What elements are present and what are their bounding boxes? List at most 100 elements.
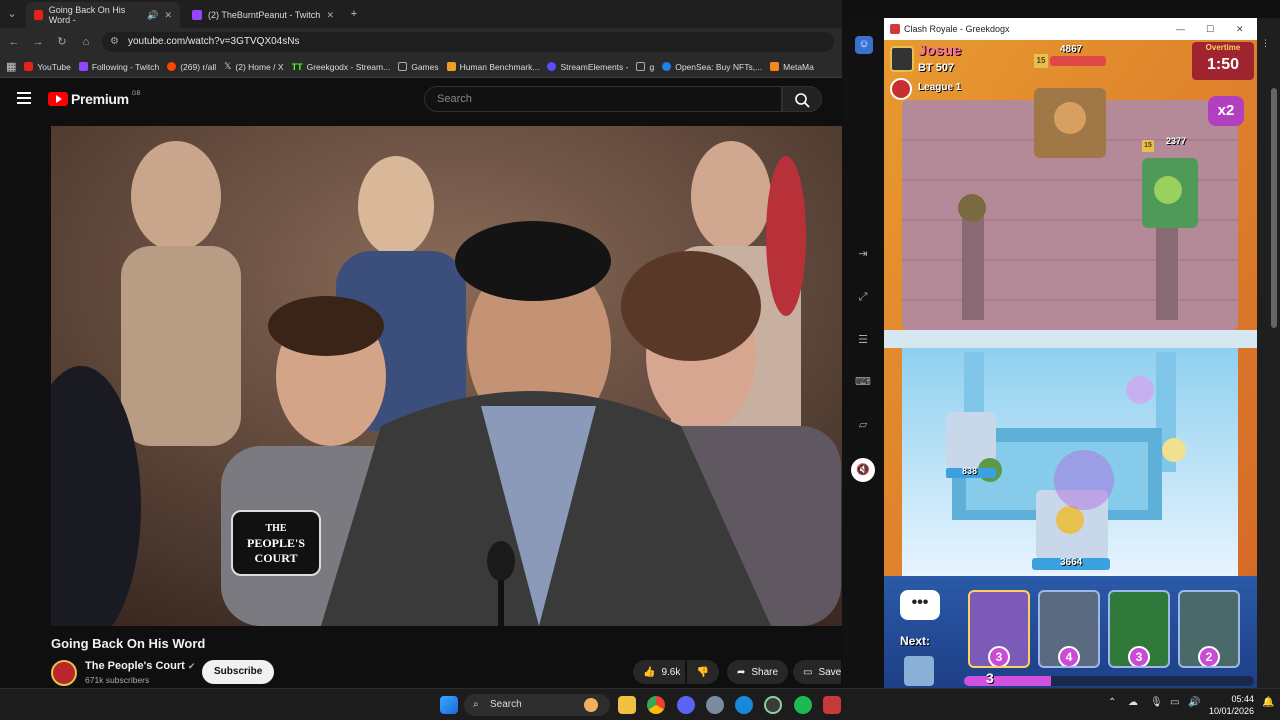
bookmark-label: Games bbox=[411, 61, 439, 72]
elixir-multiplier: x2 bbox=[1208, 96, 1244, 126]
window-titlebar: Clash Royale - Greekdogx — ☐ ✕ bbox=[884, 18, 1257, 40]
channel-name[interactable]: The People's Court ✔ bbox=[85, 660, 195, 672]
enemy-princess-hp: 2377 bbox=[1166, 136, 1187, 146]
notifications-icon[interactable]: 🔔 bbox=[1262, 697, 1274, 708]
search-button[interactable] bbox=[782, 86, 822, 112]
bookmark-opensea[interactable]: OpenSea: Buy NFTs,... bbox=[662, 62, 762, 72]
steam-icon[interactable] bbox=[764, 696, 782, 714]
back-icon[interactable]: ← bbox=[6, 34, 22, 50]
bookmark-youtube[interactable]: YouTube bbox=[24, 62, 71, 72]
new-tab-icon[interactable]: + bbox=[346, 6, 362, 22]
search-input[interactable]: Search bbox=[424, 86, 782, 112]
mute-icon[interactable]: 🔇 bbox=[851, 458, 875, 482]
keyboard-icon[interactable]: ⌨ bbox=[855, 374, 871, 390]
tab-close-icon[interactable]: ✕ bbox=[326, 10, 334, 21]
opponent-shield-icon bbox=[890, 46, 914, 72]
like-button[interactable]: 👍 9.6k bbox=[633, 660, 685, 684]
file-explorer-icon[interactable] bbox=[618, 696, 636, 714]
hand-card-3[interactable]: 3 bbox=[1108, 590, 1170, 668]
expand-icon[interactable]: ⤢ bbox=[855, 289, 871, 305]
settings-sliders-icon[interactable]: ☰ bbox=[855, 332, 871, 348]
search-icon: ⌕ bbox=[473, 699, 479, 710]
watermark-line: COURT bbox=[254, 550, 298, 565]
bookmark-x[interactable]: 𝕏 (2) Home / X bbox=[224, 61, 283, 72]
thumbs-up-icon: 👍 bbox=[643, 666, 656, 678]
match-timer: 1:50 bbox=[1206, 56, 1240, 73]
share-button[interactable]: ➦ Share bbox=[727, 660, 789, 684]
settings-gear-icon[interactable] bbox=[706, 696, 724, 714]
scrollbar-thumb[interactable] bbox=[1271, 88, 1277, 328]
subscriber-count: 671k subscribers bbox=[85, 675, 150, 685]
elixir-bar-fill bbox=[964, 676, 1051, 686]
hand-card-2[interactable]: 4 bbox=[1038, 590, 1100, 668]
bookmark-streamelements[interactable]: StreamElements - bbox=[547, 62, 628, 72]
minimize-icon[interactable]: — bbox=[1176, 18, 1185, 40]
taskbar-search[interactable]: ⌕ Search bbox=[464, 694, 610, 716]
windows-taskbar: ⌕ Search ⌃ ☁ 🎙 ▭ 🔊 05:44 10/01/2026 🔔 bbox=[0, 688, 1280, 720]
hand-card-1[interactable]: 3 bbox=[968, 590, 1030, 668]
tag-icon[interactable]: ▱ bbox=[855, 417, 871, 433]
site-info-icon[interactable]: ⚙ bbox=[110, 32, 119, 52]
bookmark-games-folder[interactable]: Games bbox=[398, 61, 439, 72]
exit-icon[interactable]: ⇥ bbox=[855, 246, 871, 262]
hand-card-4[interactable]: 2 bbox=[1178, 590, 1240, 668]
bookmark-g-folder[interactable]: g bbox=[636, 62, 654, 72]
tab-audio-icon[interactable]: 🔊 bbox=[147, 10, 158, 21]
bookmark-reddit[interactable]: (269) r/all bbox=[167, 62, 216, 72]
bookmark-twitch[interactable]: Following - Twitch bbox=[78, 62, 159, 72]
opponent-trophies: BT 507 bbox=[918, 62, 955, 74]
app-robot-icon[interactable]: ☺ bbox=[855, 36, 873, 54]
spotify-icon[interactable] bbox=[794, 696, 812, 714]
tab-twitch[interactable]: (2) TheBurntPeanut - Twitch ✕ bbox=[184, 2, 342, 28]
reload-icon[interactable]: ↻ bbox=[54, 34, 70, 50]
emote-chat-icon[interactable]: ••• bbox=[900, 590, 940, 620]
card-cost: 4 bbox=[1058, 646, 1080, 666]
edge-icon[interactable] bbox=[735, 696, 753, 714]
dislike-button[interactable]: 👎 bbox=[687, 660, 719, 684]
windows-start-icon[interactable] bbox=[440, 696, 458, 714]
clock[interactable]: 05:44 10/01/2026 bbox=[1208, 693, 1254, 717]
tab-close-icon[interactable]: ✕ bbox=[164, 10, 172, 21]
show-hidden-icons[interactable]: ⌃ bbox=[1108, 697, 1116, 708]
app-icon bbox=[890, 24, 900, 34]
youtube-favicon-icon bbox=[34, 10, 43, 20]
tab-youtube[interactable]: Going Back On His Word - 🔊 ✕ bbox=[26, 2, 180, 28]
close-icon[interactable]: ✕ bbox=[1236, 18, 1244, 40]
bookmark-label: Greekgodx - Stream... bbox=[306, 61, 391, 72]
maximize-icon[interactable]: ☐ bbox=[1206, 18, 1214, 40]
forward-icon[interactable]: → bbox=[30, 34, 46, 50]
microphone-icon[interactable]: 🎙 bbox=[1150, 697, 1163, 708]
channel-avatar[interactable] bbox=[51, 660, 77, 686]
youtube-logo[interactable]: Premium GB bbox=[48, 91, 140, 107]
x-logo-icon: 𝕏 bbox=[224, 61, 232, 71]
video-frame bbox=[51, 126, 842, 626]
card-cost: 3 bbox=[988, 646, 1010, 666]
chrome-icon[interactable] bbox=[647, 696, 665, 714]
game-arena[interactable]: Josue BT 507 League 1 15 4867 Overtime 1… bbox=[884, 40, 1257, 576]
clash-royale-taskbar-icon[interactable] bbox=[823, 696, 841, 714]
tab-search-icon[interactable]: ⌄ bbox=[4, 6, 20, 22]
menu-icon[interactable] bbox=[17, 92, 31, 104]
next-label: Next: bbox=[900, 634, 931, 648]
share-icon: ➦ bbox=[737, 666, 746, 678]
subscribe-button[interactable]: Subscribe bbox=[202, 660, 275, 684]
youtube-header: Premium GB Search bbox=[0, 78, 842, 122]
onedrive-icon[interactable]: ☁ bbox=[1128, 697, 1138, 708]
bookmark-human-benchmark[interactable]: Human Benchmark... bbox=[446, 62, 539, 72]
save-button[interactable]: ▭ Save bbox=[793, 660, 841, 684]
more-options-icon[interactable]: ⋮ bbox=[1261, 38, 1270, 49]
clash-royale-window: Clash Royale - Greekdogx — ☐ ✕ Josue BT … bbox=[884, 18, 1257, 688]
tab-label: Going Back On His Word - bbox=[48, 5, 126, 25]
network-icon[interactable]: ▭ bbox=[1170, 697, 1179, 708]
bookmark-kick[interactable]: TT Greekgodx - Stream... bbox=[292, 62, 391, 72]
url-input[interactable]: ⚙ youtube.com/watch?v=3GTVQX04sNs bbox=[102, 32, 834, 52]
league-icon bbox=[890, 78, 912, 100]
apps-grid-icon[interactable]: ▦ bbox=[6, 60, 16, 73]
card-bar: ••• Next: 3 4 3 2 3 bbox=[884, 576, 1257, 688]
home-icon[interactable]: ⌂ bbox=[78, 34, 94, 50]
video-player[interactable]: THE PEOPLE'S COURT bbox=[51, 126, 842, 626]
volume-icon[interactable]: 🔊 bbox=[1188, 697, 1200, 708]
bookmark-metamask[interactable]: MetaMa bbox=[770, 62, 814, 72]
discord-icon[interactable] bbox=[677, 696, 695, 714]
card-cost: 3 bbox=[1128, 646, 1150, 666]
